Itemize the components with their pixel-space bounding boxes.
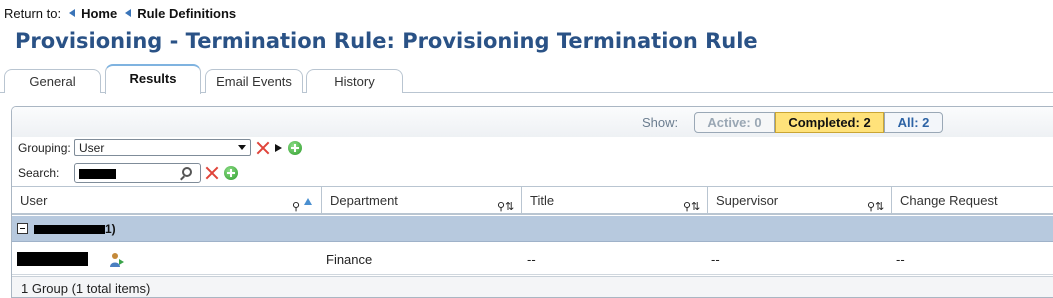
column-title[interactable]: Title ⚲⇅ [522, 187, 708, 214]
page-title: Provisioning - Termination Rule: Provisi… [15, 29, 758, 53]
breadcrumb: Return to: Home Rule Definitions [4, 5, 236, 21]
redacted-search-value [79, 169, 116, 179]
show-label: Show: [642, 115, 679, 130]
back-arrow-icon [125, 9, 132, 17]
clear-search-icon[interactable] [205, 166, 219, 180]
cell-department: Finance [326, 252, 373, 267]
back-arrow-icon [69, 9, 76, 17]
grouping-select[interactable]: User [74, 139, 251, 156]
column-change-request[interactable]: Change Request [892, 187, 1053, 214]
search-icon[interactable] [182, 167, 192, 177]
tab-general[interactable]: General [4, 69, 101, 93]
cell-supervisor: -- [711, 252, 720, 267]
add-search-icon[interactable] [224, 166, 238, 180]
user-details-icon[interactable] [109, 252, 125, 268]
sort-ascending-icon[interactable] [304, 198, 312, 205]
footer-summary: 1 Group (1 total items) [21, 281, 151, 296]
redacted-group-name [34, 225, 105, 234]
collapse-group-icon[interactable] [17, 223, 28, 234]
grid-footer: 1 Group (1 total items) [12, 276, 1053, 297]
breadcrumb-prefix: Return to: [4, 5, 62, 21]
clear-grouping-icon[interactable] [256, 141, 270, 155]
tab-results[interactable]: Results [105, 64, 201, 94]
breadcrumb-home-link[interactable]: Home [81, 6, 117, 21]
breadcrumb-rule-definitions-link[interactable]: Rule Definitions [137, 6, 236, 21]
tab-history[interactable]: History [306, 69, 403, 93]
cell-title: -- [527, 252, 536, 267]
column-user[interactable]: User ⚲ [12, 187, 322, 214]
table-header: User ⚲ Department ⚲⇅ Title ⚲⇅ Supervisor… [12, 186, 1053, 215]
group-count: 1) [105, 222, 116, 236]
grouping-label: Grouping: [18, 141, 71, 155]
column-supervisor-label: Supervisor [716, 193, 779, 208]
tab-bar: General Results Email Events History [0, 64, 1053, 94]
search-label: Search: [18, 166, 60, 180]
column-supervisor[interactable]: Supervisor ⚲⇅ [708, 187, 892, 214]
tab-email-events[interactable]: Email Events [205, 69, 303, 93]
results-panel: Show: Active: 0 Completed: 2 All: 2 Grou… [11, 106, 1053, 298]
search-input[interactable] [74, 163, 201, 183]
filter-all-button[interactable]: All: 2 [884, 112, 943, 133]
redacted-user-name [17, 252, 88, 266]
grouping-value: User [79, 141, 105, 155]
column-change-request-label: Change Request [900, 193, 998, 208]
add-grouping-icon[interactable] [288, 141, 302, 155]
play-icon[interactable] [275, 144, 282, 152]
cell-change-request: -- [896, 252, 905, 267]
filter-active-button[interactable]: Active: 0 [694, 112, 775, 133]
column-department[interactable]: Department ⚲⇅ [322, 187, 522, 214]
chevron-down-icon [238, 145, 246, 150]
column-title-label: Title [530, 193, 555, 208]
column-department-label: Department [330, 193, 398, 208]
filter-completed-button[interactable]: Completed: 2 [775, 112, 884, 133]
column-user-label: User [20, 193, 48, 208]
table-row[interactable]: Finance -- -- -- [12, 243, 1053, 275]
group-row: 1) [12, 216, 1053, 242]
